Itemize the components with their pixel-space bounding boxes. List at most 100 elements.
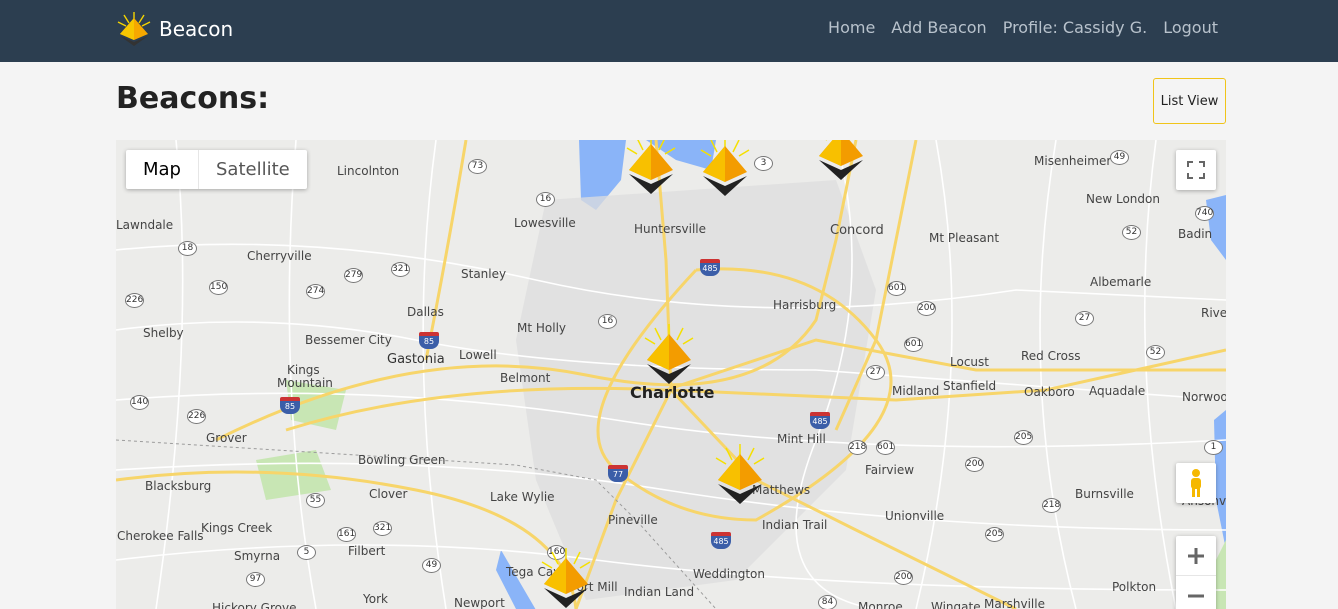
city-label: Stanfield — [943, 379, 997, 393]
route-shield: 3 — [754, 156, 773, 171]
brand-name: Beacon — [159, 17, 234, 41]
route-shield: 49 — [1110, 150, 1129, 165]
interstate-shield: 485 — [711, 532, 731, 549]
city-label: Mt Holly — [517, 321, 567, 335]
city-label: Pineville — [608, 513, 658, 527]
city-label: Badin — [1178, 227, 1213, 241]
fullscreen-button[interactable] — [1176, 150, 1216, 190]
route-shield: 321 — [373, 521, 392, 536]
city-label: Gastonia — [387, 352, 445, 367]
nav-links: Home Add Beacon Profile: Cassidy G. Logo… — [828, 18, 1218, 37]
city-label: Monroe — [858, 600, 903, 609]
route-shield: 140 — [130, 395, 149, 410]
route-shield: 1 — [1204, 440, 1223, 455]
route-shield: 52 — [1122, 225, 1141, 240]
beacon-marker-icon[interactable] — [811, 140, 871, 186]
route-shield: 49 — [422, 558, 441, 573]
zoom-out-button[interactable] — [1176, 576, 1216, 609]
nav-profile-link[interactable]: Profile: Cassidy G. — [1003, 18, 1148, 37]
city-label: Mint Hill — [777, 432, 826, 446]
list-view-button[interactable]: List View — [1153, 78, 1226, 124]
route-shield: 205 — [985, 527, 1004, 542]
minus-icon — [1188, 594, 1204, 598]
city-label: Indian Land — [624, 585, 695, 599]
pegman-icon — [1191, 469, 1201, 497]
route-shield: 18 — [178, 241, 197, 256]
city-label: Kings Creek — [201, 521, 273, 535]
city-label: Aquadale — [1089, 384, 1146, 398]
city-label: Lowell — [459, 348, 497, 362]
route-shield: 279 — [344, 268, 363, 283]
nav-logout-link[interactable]: Logout — [1163, 18, 1218, 37]
route-shield: 161 — [337, 527, 356, 542]
street-view-button[interactable] — [1176, 463, 1216, 503]
map-type-map-button[interactable]: Map — [126, 150, 198, 189]
map-type-control: Map Satellite — [126, 150, 307, 189]
city-label: Burnsville — [1075, 487, 1134, 501]
city-label: Lake Wylie — [490, 490, 555, 504]
route-shield: 5 — [297, 545, 316, 560]
interstate-shield: 485 — [810, 412, 830, 429]
city-label: Unionville — [885, 509, 945, 523]
city-label: Locust — [950, 355, 989, 369]
zoom-in-button[interactable] — [1176, 536, 1216, 576]
route-shield: 218 — [1042, 498, 1061, 513]
nav-home-link[interactable]: Home — [828, 18, 875, 37]
route-shield: 200 — [917, 301, 936, 316]
city-label: Newport — [454, 596, 505, 609]
route-shield: 226 — [187, 409, 206, 424]
route-shield: 601 — [887, 281, 906, 296]
city-label: Norwood — [1182, 390, 1226, 404]
route-shield: 84 — [818, 595, 837, 609]
city-label: Stanley — [461, 267, 507, 281]
nav-add-beacon-link[interactable]: Add Beacon — [891, 18, 986, 37]
page-title: Beacons: — [116, 81, 270, 116]
city-label: Smyrna — [234, 549, 281, 563]
city-label: Cherryville — [247, 249, 312, 263]
fullscreen-icon — [1187, 161, 1205, 179]
city-label: Wingate — [931, 600, 981, 609]
plus-icon — [1188, 547, 1204, 564]
city-label: Lawndale — [116, 218, 174, 232]
brand[interactable]: Beacon — [116, 9, 233, 49]
city-label: Concord — [830, 223, 884, 238]
route-shield: 321 — [391, 262, 410, 277]
city-label: Indian Trail — [762, 518, 828, 532]
route-shield: 205 — [1014, 430, 1033, 445]
beacon-marker-icon[interactable] — [710, 444, 770, 510]
city-label: Weddington — [693, 567, 765, 581]
beacon-logo-icon — [117, 12, 151, 46]
city-label: Midland — [892, 384, 940, 398]
beacon-marker-icon[interactable] — [695, 140, 755, 202]
route-shield: 52 — [1146, 345, 1165, 360]
city-label: Grover — [206, 431, 247, 445]
map-type-satellite-button[interactable]: Satellite — [198, 150, 307, 189]
city-label: York — [363, 592, 388, 606]
city-label: Cherokee Falls — [117, 529, 204, 543]
city-label: Clover — [369, 487, 408, 501]
city-label: Dallas — [407, 305, 444, 319]
map[interactable]: Lincolnton Lowesville Huntersville Conco… — [116, 140, 1226, 609]
city-label: Bessemer City — [305, 333, 392, 347]
route-shield: 16 — [536, 192, 555, 207]
interstate-shield: 485 — [700, 259, 720, 276]
beacon-marker-icon[interactable] — [639, 324, 699, 390]
route-shield: 55 — [306, 493, 325, 508]
city-label: Oakboro — [1024, 385, 1075, 399]
route-shield: 200 — [894, 570, 913, 585]
city-label: Hickory Grove — [212, 601, 297, 609]
beacon-marker-icon[interactable] — [621, 140, 681, 200]
beacon-marker-icon[interactable] — [536, 548, 596, 609]
city-label: Polkton — [1112, 580, 1157, 594]
city-label: New London — [1086, 192, 1160, 206]
city-label: Misenheimer — [1034, 154, 1112, 168]
city-label: Shelby — [143, 326, 184, 340]
city-label: Blacksburg — [145, 479, 212, 493]
city-label: Mountain — [277, 376, 333, 390]
city-label: River Ha — [1201, 306, 1226, 320]
city-label: Lincolnton — [337, 164, 400, 178]
route-shield: 150 — [209, 280, 228, 295]
city-label: Mt Pleasant — [929, 231, 1000, 245]
interstate-shield: 77 — [608, 465, 628, 482]
city-label: Harrisburg — [773, 298, 837, 312]
